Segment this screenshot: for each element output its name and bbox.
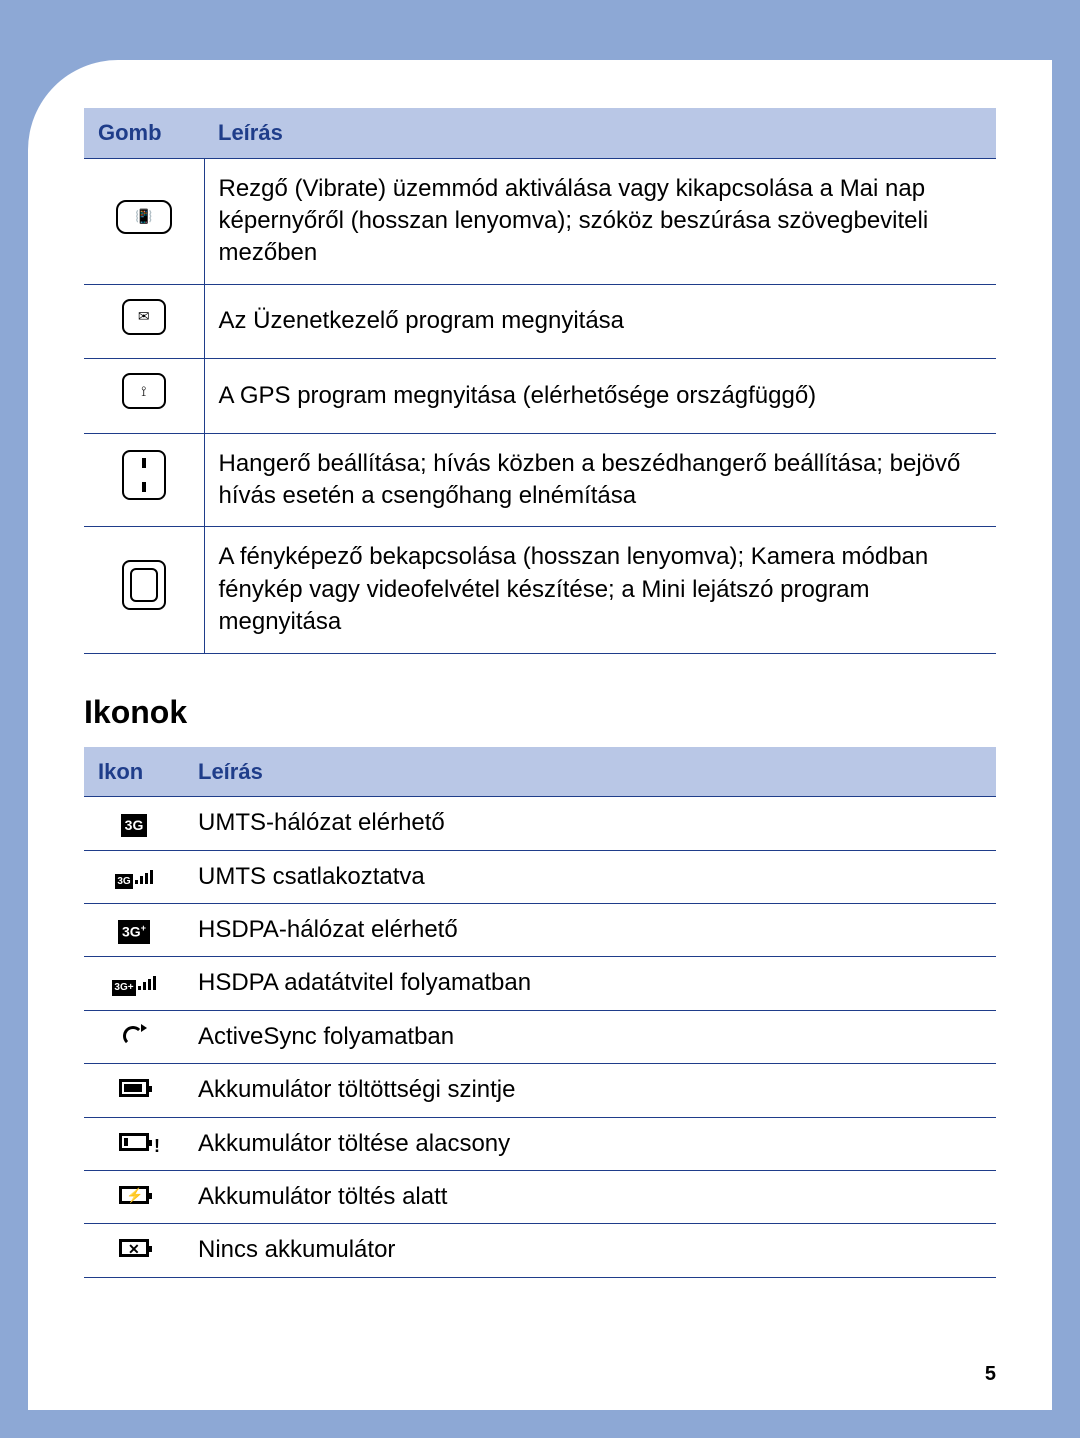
- gps-key-icon: ⟟: [84, 359, 204, 433]
- desc-cell: HSDPA-hálózat elérhető: [184, 904, 996, 957]
- desc-cell: Akkumulátor töltés alatt: [184, 1171, 996, 1224]
- table-row: Nincs akkumulátor: [84, 1224, 996, 1277]
- table-header-row: Gomb Leírás: [84, 108, 996, 158]
- table-row: A fényképező bekapcsolása (hosszan lenyo…: [84, 527, 996, 653]
- battery-charging-icon: [84, 1171, 184, 1224]
- desc-cell: Rezgő (Vibrate) üzemmód aktiválása vagy …: [204, 158, 996, 284]
- table-row: Akkumulátor töltöttségi szintje: [84, 1064, 996, 1117]
- buttons-table: Gomb Leírás 📳 Rezgő (Vibrate) üzemmód ak…: [84, 108, 996, 654]
- activesync-icon: [84, 1010, 184, 1063]
- 3gplus-transfer-icon: 3G+: [84, 957, 184, 1010]
- table-row: ActiveSync folyamatban: [84, 1010, 996, 1063]
- table-header-row: Ikon Leírás: [84, 747, 996, 797]
- icons-table: Ikon Leírás 3G UMTS-hálózat elérhető 3G …: [84, 747, 996, 1278]
- col-header-ikon: Ikon: [84, 747, 184, 797]
- desc-cell: ActiveSync folyamatban: [184, 1010, 996, 1063]
- desc-cell: Hangerő beállítása; hívás közben a beszé…: [204, 433, 996, 527]
- desc-cell: A fényképező bekapcsolása (hosszan lenyo…: [204, 527, 996, 653]
- table-row: Akkumulátor töltés alatt: [84, 1171, 996, 1224]
- icons-section-title: Ikonok: [84, 694, 996, 731]
- desc-cell: Akkumulátor töltése alacsony: [184, 1117, 996, 1170]
- battery-low-icon: !: [84, 1117, 184, 1170]
- desc-cell: UMTS csatlakoztatva: [184, 850, 996, 903]
- 3g-connected-icon: 3G: [84, 850, 184, 903]
- table-row: 📳 Rezgő (Vibrate) üzemmód aktiválása vag…: [84, 158, 996, 284]
- table-row: 3G+ HSDPA-hálózat elérhető: [84, 904, 996, 957]
- battery-level-icon: [84, 1064, 184, 1117]
- manual-page: Gomb Leírás 📳 Rezgő (Vibrate) üzemmód ak…: [28, 60, 1052, 1410]
- table-row: ⟟ A GPS program megnyitása (elérhetősége…: [84, 359, 996, 433]
- volume-key-icon: [84, 433, 204, 527]
- table-row: 3G UMTS csatlakoztatva: [84, 850, 996, 903]
- message-key-icon: ✉: [84, 284, 204, 358]
- battery-none-icon: [84, 1224, 184, 1277]
- desc-cell: A GPS program megnyitása (elérhetősége o…: [204, 359, 996, 433]
- 3g-available-icon: 3G: [84, 797, 184, 850]
- table-row: ! Akkumulátor töltése alacsony: [84, 1117, 996, 1170]
- table-row: 3G UMTS-hálózat elérhető: [84, 797, 996, 850]
- page-number: 5: [985, 1363, 996, 1386]
- col-header-leiras: Leírás: [184, 747, 996, 797]
- desc-cell: Nincs akkumulátor: [184, 1224, 996, 1277]
- 3gplus-available-icon: 3G+: [84, 904, 184, 957]
- camera-key-icon: [84, 527, 204, 653]
- table-row: 3G+ HSDPA adatátvitel folyamatban: [84, 957, 996, 1010]
- desc-cell: Az Üzenetkezelő program megnyitása: [204, 284, 996, 358]
- table-row: Hangerő beállítása; hívás közben a beszé…: [84, 433, 996, 527]
- table-row: ✉ Az Üzenetkezelő program megnyitása: [84, 284, 996, 358]
- desc-cell: HSDPA adatátvitel folyamatban: [184, 957, 996, 1010]
- desc-cell: Akkumulátor töltöttségi szintje: [184, 1064, 996, 1117]
- vibrate-key-icon: 📳: [84, 158, 204, 284]
- col-header-leiras: Leírás: [204, 108, 996, 158]
- col-header-gomb: Gomb: [84, 108, 204, 158]
- desc-cell: UMTS-hálózat elérhető: [184, 797, 996, 850]
